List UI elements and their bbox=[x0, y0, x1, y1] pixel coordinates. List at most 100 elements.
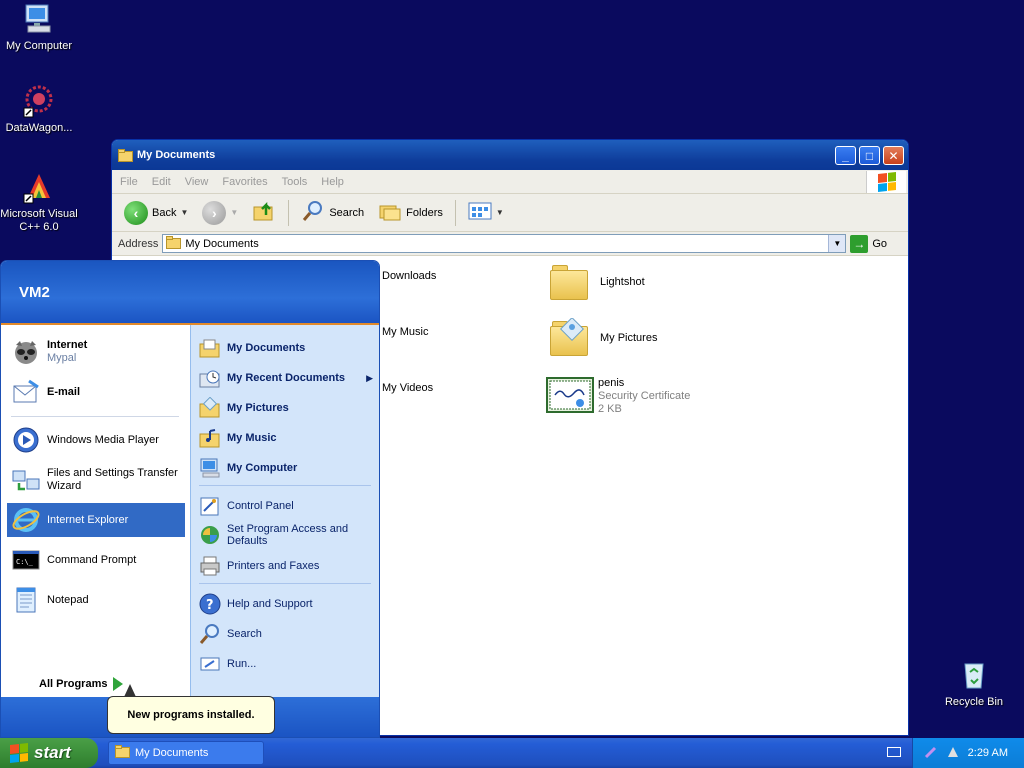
file-item[interactable]: My Pictures bbox=[548, 318, 657, 358]
menu-help[interactable]: Help bbox=[321, 176, 344, 188]
folders-button[interactable]: Folders bbox=[374, 198, 447, 228]
taskbar-item-my-documents[interactable]: My Documents bbox=[108, 741, 264, 765]
views-icon bbox=[468, 201, 492, 224]
program-label: Windows Media Player bbox=[47, 433, 159, 446]
start-menu-separator bbox=[11, 416, 179, 417]
place-label: My Pictures bbox=[227, 402, 289, 414]
go-label: Go bbox=[872, 237, 888, 250]
place-label: My Music bbox=[227, 432, 277, 444]
search-icon bbox=[199, 623, 221, 645]
forward-arrow-icon: › bbox=[202, 200, 227, 225]
clock[interactable]: 2:29 AM bbox=[968, 747, 1008, 759]
place-run[interactable]: Run... bbox=[197, 651, 375, 677]
desktop-icon-my-computer[interactable]: My Computer bbox=[0, 2, 78, 53]
recent-notepad[interactable]: Notepad bbox=[7, 583, 185, 617]
file-item[interactable]: penis Security Certificate 2 KB bbox=[546, 376, 690, 416]
start-button[interactable]: start bbox=[0, 738, 98, 768]
place-printers-faxes[interactable]: Printers and Faxes bbox=[197, 553, 375, 579]
minimize-button[interactable]: _ bbox=[835, 146, 856, 165]
desktop-icon-label: Microsoft Visual C++ 6.0 bbox=[0, 208, 78, 233]
menu-view[interactable]: View bbox=[185, 176, 209, 188]
place-search[interactable]: Search bbox=[197, 621, 375, 647]
place-my-recent-documents[interactable]: My Recent Documents ▶ bbox=[197, 365, 375, 391]
transfer-wizard-icon bbox=[11, 465, 41, 495]
file-item[interactable]: Downloads bbox=[382, 270, 436, 283]
printer-icon bbox=[199, 555, 221, 577]
internet-explorer-icon bbox=[11, 505, 41, 535]
place-control-panel[interactable]: Control Panel bbox=[197, 493, 375, 519]
file-item[interactable]: My Music bbox=[382, 326, 428, 339]
place-label: My Recent Documents bbox=[227, 372, 345, 384]
start-label: start bbox=[34, 743, 71, 762]
folders-icon bbox=[378, 199, 402, 226]
back-arrow-icon: ‹ bbox=[124, 200, 148, 225]
forward-button[interactable]: › ▼ bbox=[198, 198, 242, 228]
place-set-program-access[interactable]: Set Program Access and Defaults bbox=[197, 521, 375, 549]
place-label: Printers and Faxes bbox=[227, 560, 320, 572]
toolbar-separator bbox=[288, 199, 290, 226]
close-button[interactable]: ✕ bbox=[883, 146, 904, 165]
go-arrow-icon: → bbox=[850, 234, 869, 253]
up-folder-icon bbox=[252, 199, 276, 226]
chevron-down-icon[interactable]: ▼ bbox=[828, 235, 846, 252]
file-item[interactable]: Lightshot bbox=[548, 262, 645, 302]
datawagon-icon bbox=[22, 84, 56, 118]
user-name: VM2 bbox=[19, 283, 50, 301]
start-menu-separator bbox=[199, 485, 371, 486]
media-player-icon bbox=[11, 425, 41, 455]
place-help-support[interactable]: ? Help and Support bbox=[197, 591, 375, 617]
menu-favorites[interactable]: Favorites bbox=[222, 176, 267, 188]
certificate-icon bbox=[546, 376, 594, 416]
menu-file[interactable]: File bbox=[120, 176, 138, 188]
recent-windows-media-player[interactable]: Windows Media Player bbox=[7, 423, 185, 457]
all-programs-button[interactable]: All Programs bbox=[39, 677, 124, 691]
chevron-down-icon[interactable]: ▼ bbox=[496, 208, 504, 217]
up-folder-button[interactable] bbox=[248, 198, 280, 228]
pinned-email[interactable]: E-mail bbox=[7, 375, 185, 409]
address-bar: Address My Documents ▼ → Go bbox=[112, 232, 908, 256]
computer-icon bbox=[22, 2, 56, 36]
views-button[interactable]: ▼ bbox=[464, 198, 508, 228]
taskbar: start My Documents 2:29 AM bbox=[0, 738, 1024, 768]
toolbar: ‹ Back ▼ › ▼ Search Folders ▼ bbox=[112, 194, 908, 232]
menu-bar: File Edit View Favorites Tools Help bbox=[112, 170, 908, 194]
desktop-icon-visual-cpp[interactable]: Microsoft Visual C++ 6.0 bbox=[0, 170, 78, 234]
new-programs-balloon[interactable]: New programs installed. bbox=[107, 696, 275, 734]
place-label: Help and Support bbox=[227, 598, 313, 610]
toolbar-separator bbox=[454, 199, 456, 226]
chevron-down-icon[interactable]: ▼ bbox=[230, 208, 238, 217]
go-button[interactable]: → Go bbox=[850, 234, 888, 253]
back-button[interactable]: ‹ Back ▼ bbox=[120, 198, 192, 228]
windows-logo-icon bbox=[866, 171, 906, 193]
pinned-internet[interactable]: Internet Mypal bbox=[7, 335, 185, 369]
start-menu: VM2 Internet Mypal E-mail Windows Media … bbox=[0, 260, 380, 738]
address-input[interactable]: My Documents ▼ bbox=[162, 234, 847, 253]
window-titlebar[interactable]: My Documents _ □ ✕ bbox=[112, 140, 908, 170]
desktop-icon-datawagon[interactable]: DataWagon... bbox=[0, 84, 78, 135]
recent-files-settings-transfer[interactable]: Files and Settings Transfer Wizard bbox=[7, 463, 185, 497]
place-my-documents[interactable]: My Documents bbox=[197, 335, 375, 361]
svg-text:C:\_: C:\_ bbox=[16, 558, 34, 566]
desktop-icon-recycle-bin[interactable]: Recycle Bin bbox=[935, 658, 1013, 709]
folder-icon bbox=[548, 262, 592, 302]
recent-internet-explorer[interactable]: Internet Explorer bbox=[7, 503, 185, 537]
folders-label: Folders bbox=[406, 206, 443, 219]
system-tray: 2:29 AM bbox=[912, 738, 1024, 768]
menu-tools[interactable]: Tools bbox=[282, 176, 308, 188]
search-button[interactable]: Search bbox=[297, 198, 368, 228]
keyboard-icon[interactable] bbox=[887, 747, 901, 757]
tray-app-icon[interactable] bbox=[946, 745, 960, 762]
place-my-music[interactable]: My Music bbox=[197, 425, 375, 451]
menu-edit[interactable]: Edit bbox=[152, 176, 171, 188]
chevron-down-icon[interactable]: ▼ bbox=[180, 208, 188, 217]
address-value: My Documents bbox=[185, 237, 259, 250]
file-name: My Music bbox=[382, 326, 429, 338]
place-my-pictures[interactable]: My Pictures bbox=[197, 395, 375, 421]
tray-pen-icon[interactable] bbox=[924, 745, 938, 762]
maximize-button[interactable]: □ bbox=[859, 146, 880, 165]
file-item[interactable]: My Videos bbox=[382, 382, 433, 395]
folder-icon bbox=[166, 235, 182, 252]
place-my-computer[interactable]: My Computer bbox=[197, 455, 375, 481]
recent-command-prompt[interactable]: C:\_ Command Prompt bbox=[7, 543, 185, 577]
program-label: Files and Settings Transfer Wizard bbox=[47, 467, 178, 492]
